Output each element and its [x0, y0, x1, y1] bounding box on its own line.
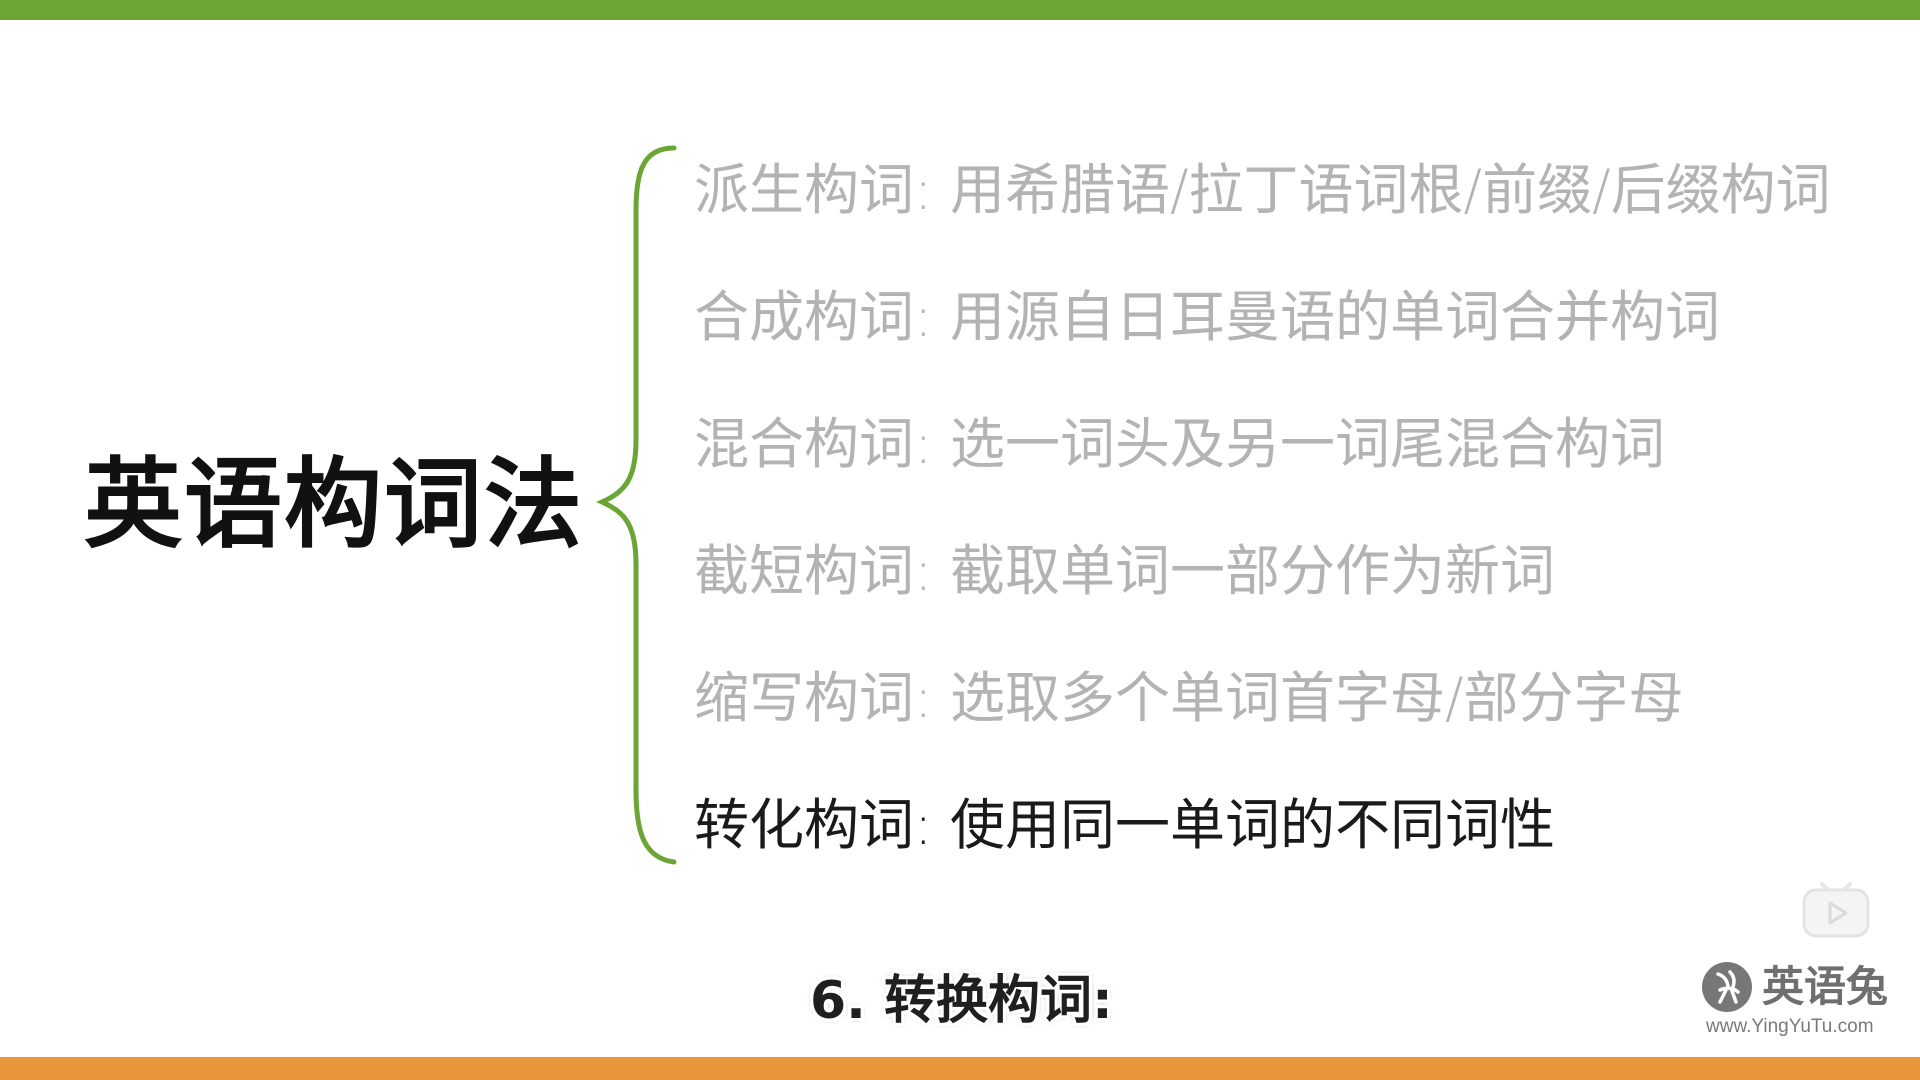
list-item: 派生构词: 用希腊语/拉丁语词根/前缀/后缀构词 [694, 140, 1831, 240]
item-description: 使用同一单词的不同词性 [950, 793, 1556, 857]
list-item-active: 转化构词: 使用同一单词的不同词性 [694, 775, 1555, 875]
item-separator: : [914, 158, 951, 222]
item-term: 缩写构词 [694, 666, 915, 730]
rabbit-logo-icon [1702, 962, 1752, 1012]
list-item: 截短构词: 截取单词一部分作为新词 [694, 521, 1555, 621]
play-icon[interactable] [1800, 872, 1872, 940]
top-accent-bar [0, 0, 1920, 20]
item-term: 混合构词 [694, 412, 915, 476]
item-separator: : [914, 793, 951, 857]
slide-title: 英语构词法 [84, 447, 585, 562]
item-description: 用希腊语/拉丁语词根/前缀/后缀构词 [950, 158, 1831, 222]
caption-subtitle: 6. 转换构词: [810, 971, 1113, 1031]
watermark-brand: 英语兔 [1762, 962, 1889, 1011]
item-separator: : [914, 666, 951, 730]
watermark-url: www.YingYuTu.com [1706, 1016, 1874, 1037]
item-separator: : [914, 412, 951, 476]
item-term: 截短构词 [694, 539, 915, 603]
bottom-accent-bar [0, 1057, 1920, 1080]
item-term: 派生构词 [694, 158, 915, 222]
item-description: 选取多个单词首字母/部分字母 [950, 666, 1684, 730]
list-item: 混合构词: 选一词头及另一词尾混合构词 [694, 394, 1665, 494]
watermark: 英语兔 www.YingYuTu.com [1700, 960, 1900, 1040]
list-item: 合成构词: 用源自日耳曼语的单词合并构词 [694, 267, 1720, 367]
slide-frame: 英语构词法 派生构词: 用希腊语/拉丁语词根/前缀/后缀构词 合成构词: 用源自… [0, 0, 1920, 1080]
item-term: 合成构词 [694, 285, 915, 349]
item-description: 用源自日耳曼语的单词合并构词 [950, 285, 1721, 349]
item-separator: : [914, 285, 951, 349]
item-description: 截取单词一部分作为新词 [950, 539, 1556, 603]
item-separator: : [914, 539, 951, 603]
item-description: 选一词头及另一词尾混合构词 [950, 412, 1666, 476]
curly-brace-icon [596, 145, 677, 865]
list-item: 缩写构词: 选取多个单词首字母/部分字母 [694, 648, 1684, 748]
item-term: 转化构词 [694, 793, 915, 857]
